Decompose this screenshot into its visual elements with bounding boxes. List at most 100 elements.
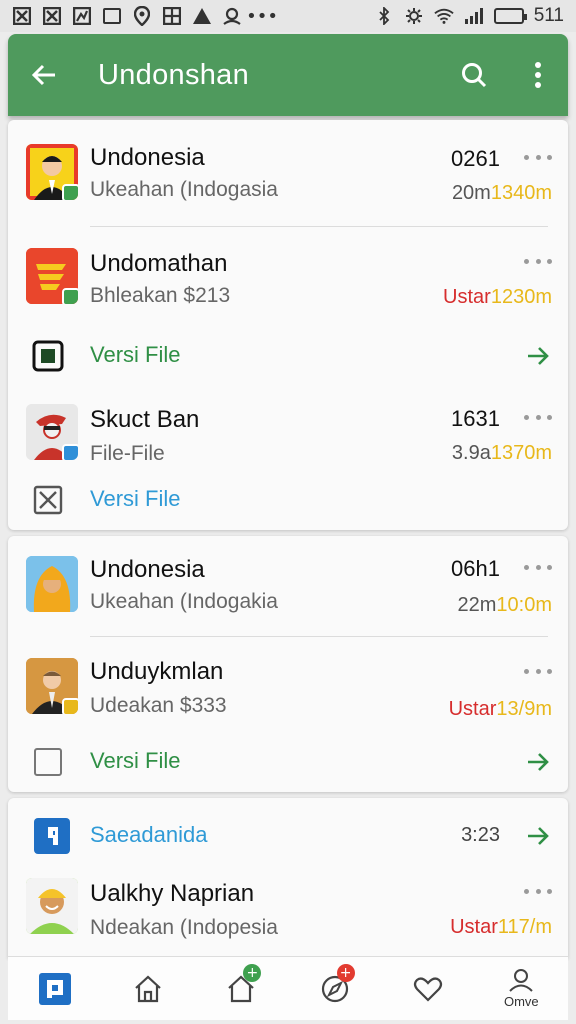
search-button[interactable] xyxy=(454,55,494,95)
meta-primary: Ustar xyxy=(448,698,497,720)
item-meta: Ustar1230m xyxy=(443,286,552,309)
divider xyxy=(90,636,548,637)
back-button[interactable] xyxy=(24,55,64,95)
meta-secondary: 1230m xyxy=(490,286,552,308)
more-vertical-icon xyxy=(535,62,541,88)
list-item[interactable]: Undonesia Ukeahan (Indogasia 0261 20m134… xyxy=(8,120,568,226)
nav-badge: + xyxy=(243,963,262,982)
item-more-button[interactable] xyxy=(524,255,552,267)
checkbox-icon[interactable] xyxy=(32,746,64,778)
home-icon xyxy=(135,975,161,1002)
list-item[interactable]: Skuct Ban File-File 1631 3.9a1370m xyxy=(8,386,568,472)
item-more-button[interactable] xyxy=(524,151,552,163)
item-meta: 3.9a1370m xyxy=(452,442,552,465)
item-more-button[interactable] xyxy=(524,411,552,423)
overflow-menu-button[interactable] xyxy=(518,55,558,95)
people-icon xyxy=(222,7,242,25)
meta-primary: Ustar xyxy=(450,916,498,938)
version-file-link: Versi File xyxy=(90,342,181,367)
avatar xyxy=(26,556,78,612)
file-box-icon xyxy=(32,340,64,372)
nav-item-profile[interactable]: Omve xyxy=(491,960,551,1018)
nav-item-home-add[interactable]: + xyxy=(211,960,271,1018)
item-count: 0261 xyxy=(451,146,500,171)
status-badge xyxy=(62,444,78,460)
wifi-icon xyxy=(434,7,454,25)
list-item[interactable]: Ualkhy Naprian Ndeakan (Indopesia Ustar1… xyxy=(8,862,568,958)
avatar xyxy=(26,404,78,460)
status-time: 511 xyxy=(533,5,564,26)
bottom-nav: + + Omve xyxy=(8,956,568,1020)
bluetooth-icon xyxy=(374,7,394,25)
app-logo-icon xyxy=(38,972,71,1005)
page-title: Undonshan xyxy=(98,58,250,91)
status-badge xyxy=(62,184,78,200)
avatar xyxy=(26,878,78,934)
item-subtitle: Udeakan $333 xyxy=(90,694,227,717)
nav-item-favorites[interactable] xyxy=(398,960,458,1018)
app-bar: Undonshan xyxy=(8,34,568,116)
item-count: 06h1 xyxy=(451,556,500,581)
list-item[interactable]: Undomathan Bhleakan $213 Ustar1230m xyxy=(8,228,568,328)
item-count: 1631 xyxy=(451,406,500,431)
x-box-icon xyxy=(42,7,62,25)
item-title: Ualkhy Naprian xyxy=(90,880,255,907)
more-icon: ••• xyxy=(246,5,278,27)
item-title: Unduykmlan xyxy=(90,658,224,685)
profile-icon xyxy=(509,969,534,992)
status-badge xyxy=(62,288,78,304)
version-file-row[interactable]: Versi File xyxy=(8,738,568,786)
item-meta: Ustar13/9m xyxy=(449,698,552,721)
location-icon xyxy=(132,6,152,26)
item-more-button[interactable] xyxy=(524,561,552,573)
status-notification-icons: ••• xyxy=(12,5,278,27)
card-group-2: Undonesia Ukeahan (Indogakia 06h1 22m10:… xyxy=(8,536,568,792)
arrow-right-icon xyxy=(528,347,549,365)
link-label: Saeadanida xyxy=(90,822,208,847)
item-meta: 20m1340m xyxy=(452,182,552,205)
triangle-icon xyxy=(192,7,212,25)
item-subtitle: Ndeakan (Indopesia xyxy=(90,916,278,939)
version-file-row[interactable]: Versi File xyxy=(8,476,568,524)
card-group-1: Undonesia Ukeahan (Indogasia 0261 20m134… xyxy=(8,120,568,530)
square-icon xyxy=(102,7,122,25)
settings-icon xyxy=(404,7,424,25)
arrow-right-icon xyxy=(528,753,549,771)
nav-label: Omve xyxy=(503,994,539,1009)
meta-secondary: 10:0m xyxy=(496,594,552,616)
nav-badge: + xyxy=(336,963,355,982)
heart-icon xyxy=(413,976,443,1002)
meta-secondary: 1340m xyxy=(490,182,552,204)
nav-item-home[interactable] xyxy=(118,960,178,1018)
signal-icon xyxy=(464,7,484,25)
arrow-right-icon xyxy=(528,827,549,845)
nav-item-app[interactable] xyxy=(25,960,85,1018)
meta-primary: 22m xyxy=(457,594,497,616)
list-item[interactable]: Undonesia Ukeahan (Indogakia 06h1 22m10:… xyxy=(8,536,568,636)
card-group-3: Saeadanida 3:23 Ualkhy Naprian Ndeakan (… xyxy=(8,798,568,958)
battery-icon xyxy=(493,8,527,24)
avatar xyxy=(26,248,78,304)
item-more-button[interactable] xyxy=(524,665,552,677)
x-box-icon xyxy=(12,7,32,25)
status-system-icons: 511 xyxy=(374,5,564,27)
item-title: Skuct Ban xyxy=(90,406,200,433)
item-more-button[interactable] xyxy=(524,885,552,897)
version-file-link: Versi File xyxy=(90,748,181,773)
divider xyxy=(90,226,548,227)
link-time: 3:23 xyxy=(461,824,500,846)
arrow-left-icon xyxy=(31,64,55,86)
close-box-icon xyxy=(33,485,63,515)
link-row[interactable]: Saeadanida 3:23 xyxy=(8,806,568,862)
item-meta: Ustar117/m xyxy=(450,916,552,939)
item-title: Undonesia xyxy=(90,144,205,171)
search-icon xyxy=(462,63,487,88)
avatar xyxy=(26,658,78,714)
app-logo-icon xyxy=(34,818,70,854)
item-subtitle: Bhleakan $213 xyxy=(90,284,231,307)
list-item[interactable]: Unduykmlan Udeakan $333 Ustar13/9m xyxy=(8,638,568,734)
nav-item-compass[interactable]: + xyxy=(305,960,365,1018)
version-file-row[interactable]: Versi File xyxy=(8,332,568,380)
meta-primary: 20m xyxy=(451,182,491,204)
status-badge xyxy=(62,698,78,714)
